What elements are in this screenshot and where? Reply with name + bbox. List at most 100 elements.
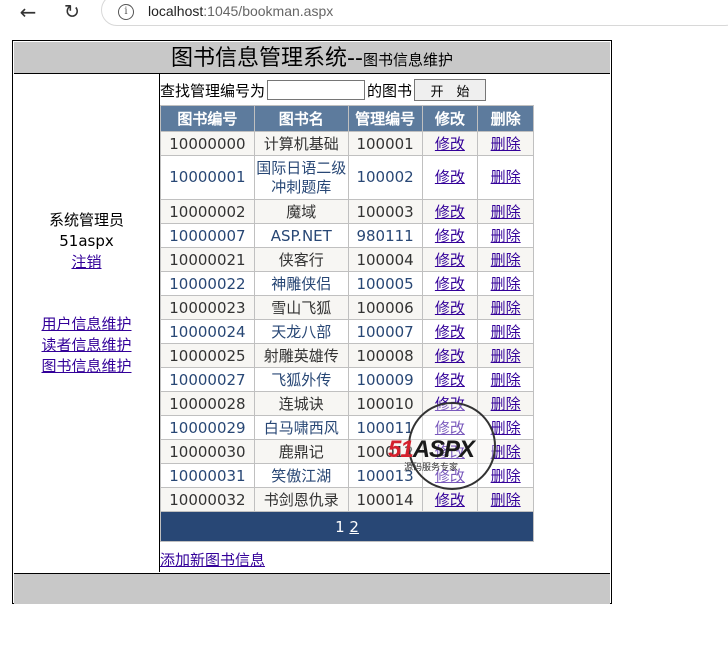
info-icon[interactable]: i [118,4,134,20]
delete-link[interactable]: 删除 [491,251,521,269]
delete-link[interactable]: 删除 [491,395,521,413]
delete-link[interactable]: 删除 [491,168,521,186]
edit-link[interactable]: 修改 [435,251,465,269]
delete-cell: 删除 [477,271,534,296]
table-row: 10000021 侠客行 100004 修改 删除 [160,247,534,272]
book-name-cell: 国际日语二级冲刺题库 [253,155,349,200]
pager-page-link[interactable]: 2 [349,518,359,536]
table-row: 10000002 魔域 100003 修改 删除 [160,199,534,224]
delete-link[interactable]: 删除 [491,467,521,485]
delete-link[interactable]: 删除 [491,419,521,437]
book-name-cell: 魔域 [253,199,349,224]
book-id-cell: 10000028 [160,391,255,416]
edit-link[interactable]: 修改 [435,371,465,389]
edit-link[interactable]: 修改 [435,299,465,317]
search-start-button[interactable]: 开 始 [414,79,487,101]
sidebar: 系统管理员 51aspx 注销 用户信息维护 读者信息维护 图书信息维护 [14,74,160,572]
add-book-link[interactable]: 添加新图书信息 [160,551,265,569]
delete-link[interactable]: 删除 [491,299,521,317]
column-header-edit: 修改 [421,105,479,132]
address-bar[interactable]: i localhost:1045/bookman.aspx [101,0,728,26]
edit-link[interactable]: 修改 [435,135,465,153]
edit-link[interactable]: 修改 [435,491,465,509]
watermark-tagline: 源码服务专家 [404,463,459,473]
search-prefix-label: 查找管理编号为 [160,81,266,100]
book-id-cell: 10000030 [160,439,255,464]
reload-icon[interactable]: ↻ [58,0,86,24]
pager-row: 1 2 [160,511,534,542]
pager: 1 2 [160,511,534,542]
sidebar-item-user-maintenance[interactable]: 用户信息维护 [41,315,131,333]
main-content: 查找管理编号为 的图书 开 始 图书编号 图书名 管理编号 修改 删除 1000… [160,74,610,572]
delete-link[interactable]: 删除 [491,275,521,293]
table-row: 10000000 计算机基础 100001 修改 删除 [160,131,534,156]
url-text: localhost:1045/bookman.aspx [148,3,334,19]
edit-cell: 修改 [421,155,479,200]
sidebar-item-book-maintenance[interactable]: 图书信息维护 [41,357,131,375]
book-id-cell: 10000031 [160,463,255,488]
book-name-cell: ASP.NET [253,223,349,248]
delete-link[interactable]: 删除 [491,347,521,365]
table-row: 10000022 神雕侠侣 100005 修改 删除 [160,271,534,296]
manage-code-cell: 100008 [347,343,423,368]
edit-cell: 修改 [421,247,479,272]
book-id-cell: 10000007 [160,223,255,248]
username: 51aspx [59,232,114,250]
manage-code-cell: 100009 [347,367,423,392]
table-row: 10000025 射雕英雄传 100008 修改 删除 [160,343,534,368]
manage-code-cell: 100014 [347,487,423,512]
delete-link[interactable]: 删除 [491,203,521,221]
delete-link[interactable]: 删除 [491,135,521,153]
book-id-cell: 10000024 [160,319,255,344]
manage-code-cell: 100003 [347,199,423,224]
table-row: 10000007 ASP.NET 980111 修改 删除 [160,223,534,248]
edit-cell: 修改 [421,319,479,344]
book-id-cell: 10000029 [160,415,255,440]
delete-cell: 删除 [477,247,534,272]
manage-code-cell: 100001 [347,131,423,156]
edit-link[interactable]: 修改 [435,347,465,365]
manage-code-cell: 100006 [347,295,423,320]
book-name-cell: 射雕英雄传 [253,343,349,368]
delete-link[interactable]: 删除 [491,371,521,389]
manage-code-cell: 100005 [347,271,423,296]
sidebar-menu: 用户信息维护 读者信息维护 图书信息维护 [14,314,159,377]
book-id-cell: 10000023 [160,295,255,320]
book-name-cell: 书剑恩仇录 [253,487,349,512]
user-info: 系统管理员 51aspx 注销 [14,210,159,273]
logout-link[interactable]: 注销 [71,253,101,271]
book-name-cell: 侠客行 [253,247,349,272]
book-id-cell: 10000000 [160,131,255,156]
edit-link[interactable]: 修改 [435,168,465,186]
delete-cell: 删除 [477,199,534,224]
edit-cell: 修改 [421,271,479,296]
delete-cell: 删除 [477,367,534,392]
delete-link[interactable]: 删除 [491,491,521,509]
book-id-cell: 10000022 [160,271,255,296]
delete-link[interactable]: 删除 [491,227,521,245]
delete-cell: 删除 [477,155,534,200]
book-name-cell: 连城诀 [253,391,349,416]
title-separator: -- [347,46,363,71]
manage-code-cell: 100002 [347,155,423,200]
edit-link[interactable]: 修改 [435,323,465,341]
edit-cell: 修改 [421,367,479,392]
edit-link[interactable]: 修改 [435,227,465,245]
edit-cell: 修改 [421,199,479,224]
title-bar: 图书信息管理系统--图书信息维护 [14,42,610,74]
delete-cell: 删除 [477,223,534,248]
page-title: 图书信息管理系统 [171,46,348,71]
edit-link[interactable]: 修改 [435,275,465,293]
book-name-cell: 雪山飞狐 [253,295,349,320]
search-input[interactable] [267,80,366,100]
delete-link[interactable]: 删除 [491,323,521,341]
book-id-cell: 10000021 [160,247,255,272]
sidebar-item-reader-maintenance[interactable]: 读者信息维护 [41,336,131,354]
table-row: 10000001 国际日语二级冲刺题库 100002 修改 删除 [160,155,534,200]
edit-link[interactable]: 修改 [435,203,465,221]
book-id-cell: 10000025 [160,343,255,368]
column-header-manage-code: 管理编号 [347,105,423,132]
back-arrow-icon[interactable]: ← [14,0,42,24]
book-name-cell: 鹿鼎记 [253,439,349,464]
browser-toolbar: ← ↻ i localhost:1045/bookman.aspx [0,0,728,30]
